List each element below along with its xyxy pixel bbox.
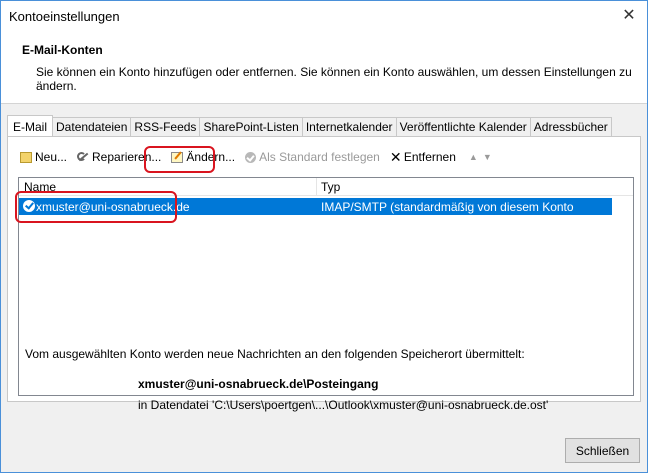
list-header: Name Typ [19,178,633,196]
remove-x-icon: ✕ [389,149,402,165]
set-default-button[interactable]: Als Standard festlegen [243,147,382,167]
tab-rss-feeds[interactable]: RSS-Feeds [130,117,201,136]
close-button[interactable]: Schließen [565,438,640,463]
change-label: Ändern... [186,150,236,164]
account-type: IMAP/SMTP (standardmäßig von diesem Kont… [321,200,574,228]
header-title: E-Mail-Konten [22,43,103,57]
tab-address-books[interactable]: Adressbücher [529,117,612,136]
remove-label: Entfernen [403,150,456,164]
account-toolbar: Neu... Reparieren... Ändern... Als Stand… [18,146,492,168]
set-default-label: Als Standard festlegen [259,150,380,164]
tab-sharepoint-lists[interactable]: SharePoint-Listen [199,117,303,136]
header-description: Sie können ein Konto hinzufügen oder ent… [36,65,632,93]
data-file-path: in Datendatei 'C:\Users\poertgen\...\Out… [138,398,549,412]
account-row[interactable]: xmuster@uni-osnabrueck.de IMAP/SMTP (sta… [19,198,612,228]
email-tab-panel: Neu... Reparieren... Ändern... Als Stand… [7,136,641,412]
account-name: xmuster@uni-osnabrueck.de [36,200,190,214]
move-up-icon[interactable]: ▲ [469,152,478,162]
close-icon[interactable]: ✕ [617,5,641,27]
account-list: Name Typ xmuster@uni-osnabrueck.de IMAP/… [18,177,634,396]
dialog-header: E-Mail-Konten Sie können ein Konto hinzu… [1,31,647,104]
repair-label: Reparieren... [92,150,162,164]
tab-internet-calendars[interactable]: Internetkalender [301,117,397,136]
default-account-check-icon [23,200,35,212]
dialog-body: E-Mail Datendateien RSS-Feeds SharePoint… [1,104,647,472]
delivery-info-text: Vom ausgewählten Konto werden neue Nachr… [25,347,525,361]
column-header-name[interactable]: Name [24,180,56,194]
wrench-icon [77,151,89,163]
column-header-type[interactable]: Typ [321,180,340,194]
move-down-icon[interactable]: ▼ [483,152,492,162]
edit-icon [171,151,184,163]
tab-email[interactable]: E-Mail [7,115,54,136]
new-account-label: Neu... [35,150,68,164]
titlebar: Kontoeinstellungen ✕ [1,1,647,31]
tab-bar: E-Mail Datendateien RSS-Feeds SharePoint… [7,115,612,137]
tab-published-calendars[interactable]: Veröffentlichte Kalender [395,117,531,136]
delivery-location: xmuster@uni-osnabrueck.de\Posteingang [138,377,379,391]
repair-button[interactable]: Reparieren... [75,147,163,167]
tab-data-files[interactable]: Datendateien [52,117,132,136]
change-button[interactable]: Ändern... [169,147,237,167]
new-account-icon [20,151,32,163]
new-account-button[interactable]: Neu... [18,147,69,167]
checkmark-circle-icon [245,151,257,163]
window-title: Kontoeinstellungen [9,9,120,24]
column-divider[interactable] [316,178,317,195]
account-settings-dialog: Kontoeinstellungen ✕ E-Mail-Konten Sie k… [0,0,648,473]
remove-button[interactable]: ✕ Entfernen [388,147,458,167]
